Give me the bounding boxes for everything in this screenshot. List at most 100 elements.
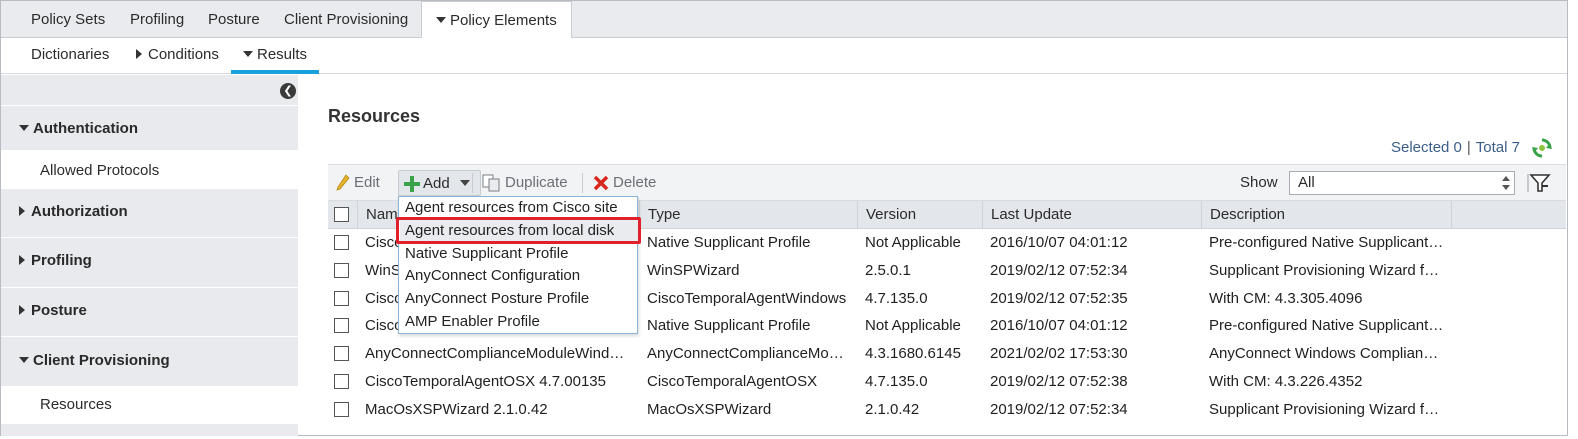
sidebar-item-resources[interactable]: Resources: [1, 386, 298, 424]
cell-version: Not Applicable: [865, 234, 961, 251]
cell-last-update: 2021/02/02 17:53:30: [990, 345, 1128, 363]
cell-type: Native Supplicant Profile: [647, 234, 811, 251]
tab-posture[interactable]: Posture: [208, 1, 260, 38]
menu-item-agent-cisco-site[interactable]: Agent resources from Cisco site: [405, 197, 618, 219]
duplicate-icon: [482, 174, 500, 192]
page-title: Resources: [328, 106, 421, 126]
subnav-results-label: Results: [257, 46, 308, 63]
toolbar-divider: [472, 173, 473, 193]
filter-icon[interactable]: [1527, 171, 1551, 195]
subnav-dictionaries[interactable]: Dictionaries: [31, 38, 109, 74]
duplicate-button[interactable]: Duplicate: [482, 170, 568, 196]
sidebar-section-authentication[interactable]: Authentication: [1, 105, 298, 150]
cell-version: 2.5.0.1: [865, 261, 911, 279]
cell-last-update: 2016/10/07 04:01:12: [990, 317, 1128, 335]
table-row[interactable]: CiscoTemporalAgentOSX 4.7.00135 CiscoTemp…: [328, 368, 1566, 396]
selection-counts: Selected 0 | Total 7: [1300, 139, 1520, 156]
show-filter-select[interactable]: All: [1289, 171, 1515, 195]
sidebar-section-client-provisioning[interactable]: Client Provisioning: [1, 336, 298, 386]
caret-down-icon: [243, 51, 253, 58]
sidebar-section-label: Authentication: [33, 120, 138, 137]
cell-name: AnyConnectComplianceModuleWind…: [365, 345, 625, 363]
cell-description: With CM: 4.3.226.4352: [1209, 373, 1363, 390]
row-checkbox[interactable]: [334, 318, 349, 334]
show-label: Show: [1240, 174, 1278, 191]
column-header-version[interactable]: Version: [857, 201, 982, 229]
cell-type: Native Supplicant Profile: [647, 317, 811, 335]
cell-version: 4.3.1680.6145: [865, 345, 961, 363]
sidebar-section-label: Profiling: [31, 252, 92, 269]
cell-name: MacOsXSPWizard 2.1.0.42: [365, 400, 548, 418]
sidebar-section-label: Posture: [31, 302, 87, 319]
cell-description: With CM: 4.3.305.4096: [1209, 289, 1363, 307]
sidebar-section-posture[interactable]: Posture: [1, 287, 298, 335]
sidebar-section-label: Client Provisioning: [33, 352, 170, 369]
cell-last-update: 2016/10/07 04:01:12: [990, 234, 1128, 251]
highlight-annotation: [396, 217, 641, 244]
menu-item-amp-enabler-profile[interactable]: AMP Enabler Profile: [405, 311, 540, 333]
subnav-conditions[interactable]: Conditions: [136, 38, 219, 74]
caret-down-icon: [19, 125, 29, 132]
row-checkbox[interactable]: [334, 401, 349, 417]
caret-right-icon: [19, 206, 25, 217]
select-all-checkbox[interactable]: [334, 207, 349, 222]
row-checkbox[interactable]: [334, 290, 349, 306]
cell-last-update: 2019/02/12 07:52:34: [990, 400, 1128, 418]
duplicate-label: Duplicate: [505, 174, 568, 191]
delete-button[interactable]: Delete: [592, 170, 656, 196]
top-nav: Policy Sets Profiling Posture Client Pro…: [1, 1, 1567, 39]
cell-description: AnyConnect Windows Complian…: [1209, 345, 1439, 363]
tab-profiling[interactable]: Profiling: [130, 1, 184, 38]
row-checkbox[interactable]: [334, 374, 349, 389]
sidebar-item-allowed-protocols[interactable]: Allowed Protocols: [1, 150, 298, 188]
collapse-sidebar-icon[interactable]: ❮: [280, 83, 296, 99]
sub-nav: Dictionaries Conditions Results: [1, 38, 1567, 74]
menu-item-anyconnect-configuration[interactable]: AnyConnect Configuration: [405, 265, 580, 287]
total-count: Total 7: [1475, 139, 1520, 156]
caret-right-icon: [19, 255, 25, 266]
tab-client-provisioning[interactable]: Client Provisioning: [284, 1, 408, 38]
caret-right-icon: [136, 49, 142, 60]
count-separator: |: [1466, 139, 1471, 156]
toolbar-divider: [582, 173, 583, 193]
row-checkbox[interactable]: [334, 235, 349, 250]
cell-last-update: 2019/02/12 07:52:35: [990, 289, 1128, 307]
column-header-last-update[interactable]: Last Update: [982, 201, 1201, 229]
cell-version: 2.1.0.42: [865, 400, 920, 418]
cell-type: MacOsXSPWizard: [647, 400, 772, 418]
cell-type: WinSPWizard: [647, 261, 740, 279]
table-row[interactable]: AnyConnectComplianceModuleWind… AnyConnec…: [328, 340, 1566, 368]
column-header-type[interactable]: Type: [639, 201, 857, 229]
table-row[interactable]: MacOsXSPWizard 2.1.0.42 MacOsXSPWizard 2.1…: [328, 396, 1566, 424]
menu-item-native-supplicant-profile[interactable]: Native Supplicant Profile: [405, 243, 568, 265]
row-checkbox[interactable]: [334, 346, 349, 362]
column-header-description[interactable]: Description: [1201, 201, 1451, 229]
pencil-icon: [336, 174, 350, 191]
cell-type: CiscoTemporalAgentOSX: [647, 373, 818, 390]
cell-version: 4.7.135.0: [865, 289, 928, 307]
refresh-icon[interactable]: [1531, 137, 1553, 159]
menu-item-anyconnect-posture-profile[interactable]: AnyConnect Posture Profile: [405, 288, 589, 310]
plus-icon: [404, 176, 420, 193]
tab-policy-sets[interactable]: Policy Sets: [31, 1, 105, 38]
cell-type: AnyConnectComplianceMo…: [647, 345, 844, 363]
subnav-results[interactable]: Results: [231, 38, 320, 74]
tab-policy-elements[interactable]: Policy Elements: [421, 1, 572, 39]
cell-last-update: 2019/02/12 07:52:38: [990, 373, 1128, 390]
chevron-down-icon: [459, 180, 470, 187]
tab-policy-elements-label: Policy Elements: [450, 12, 557, 29]
cell-description: Pre-configured Native Supplicant…: [1209, 317, 1444, 335]
cell-version: Not Applicable: [865, 317, 961, 335]
sidebar-section-profiling[interactable]: Profiling: [1, 237, 298, 285]
sidebar-section-label: Authorization: [31, 203, 128, 220]
caret-down-icon: [436, 17, 446, 24]
edit-button[interactable]: Edit: [336, 170, 380, 196]
add-button[interactable]: Add: [398, 170, 481, 196]
row-checkbox[interactable]: [334, 262, 349, 278]
cell-type: CiscoTemporalAgentWindows: [647, 289, 847, 307]
edit-label: Edit: [354, 174, 380, 191]
subnav-conditions-label: Conditions: [148, 46, 219, 63]
sidebar-section-authorization[interactable]: Authorization: [1, 188, 298, 234]
cell-name: CiscoTemporalAgentOSX 4.7.00135: [365, 373, 606, 390]
cell-last-update: 2019/02/12 07:52:34: [990, 261, 1128, 279]
